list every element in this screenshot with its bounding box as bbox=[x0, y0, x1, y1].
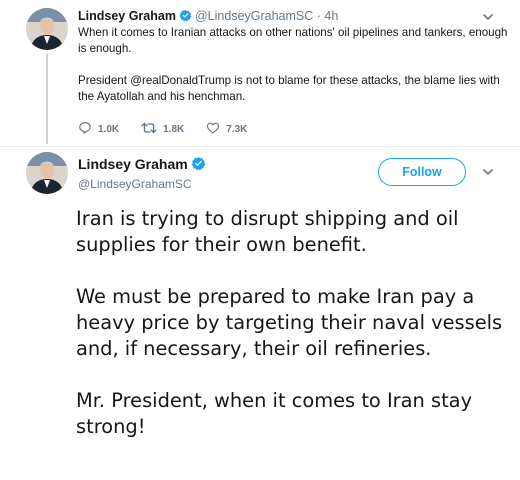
thread-parent-tweet[interactable]: Lindsey Graham @LindseyGrahamSC · 4h When… bbox=[0, 0, 520, 150]
like-count: 7.3K bbox=[226, 124, 248, 135]
author-handle[interactable]: @LindseyGrahamSC bbox=[195, 9, 313, 23]
profile-photo-icon bbox=[26, 8, 68, 50]
author-name-row: Lindsey Graham bbox=[78, 156, 209, 174]
avatar[interactable] bbox=[26, 152, 68, 194]
verified-badge-icon bbox=[191, 156, 206, 174]
reply-icon bbox=[78, 121, 98, 138]
tweet-timestamp[interactable]: 4h bbox=[324, 9, 338, 23]
follow-button[interactable]: Follow bbox=[378, 158, 466, 186]
tweet-paragraph: When it comes to Iranian attacks on othe… bbox=[78, 26, 508, 55]
tweet-text: Iran is trying to disrupt shipping and o… bbox=[76, 206, 516, 440]
twitter-thread-view: Lindsey Graham @LindseyGrahamSC · 4h When… bbox=[0, 0, 520, 480]
like-button[interactable]: 7.3K bbox=[206, 121, 247, 138]
tweet-paragraph: Iran is trying to disrupt shipping and o… bbox=[76, 207, 459, 256]
tweet-divider bbox=[0, 146, 520, 147]
verified-badge-icon bbox=[179, 9, 192, 25]
tweet-actions: 1.0K 1.8K 7.3K bbox=[78, 121, 269, 138]
author-name[interactable]: Lindsey Graham bbox=[78, 156, 188, 172]
tweet-paragraph: President @realDonaldTrump is not to bla… bbox=[78, 74, 500, 103]
reply-button[interactable]: 1.0K bbox=[78, 121, 119, 138]
retweet-count: 1.8K bbox=[163, 124, 185, 135]
profile-photo-icon bbox=[26, 152, 68, 194]
reply-count: 1.0K bbox=[98, 124, 120, 135]
like-icon bbox=[206, 121, 226, 138]
author-name[interactable]: Lindsey Graham bbox=[78, 9, 176, 23]
retweet-icon bbox=[141, 121, 163, 138]
tweet-text: When it comes to Iranian attacks on othe… bbox=[78, 25, 508, 105]
tweet-paragraph: Mr. President, when it comes to Iran sta… bbox=[76, 389, 473, 438]
thread-connector-line bbox=[46, 54, 48, 144]
tweet-header: Lindsey Graham @LindseyGrahamSC · 4h bbox=[78, 9, 338, 25]
avatar[interactable] bbox=[26, 8, 68, 50]
author-handle[interactable]: @LindseyGrahamSC bbox=[78, 177, 192, 191]
chevron-down-icon[interactable] bbox=[482, 165, 494, 183]
tweet-paragraph: We must be prepared to make Iran pay a h… bbox=[76, 285, 503, 360]
retweet-button[interactable]: 1.8K bbox=[141, 121, 184, 138]
